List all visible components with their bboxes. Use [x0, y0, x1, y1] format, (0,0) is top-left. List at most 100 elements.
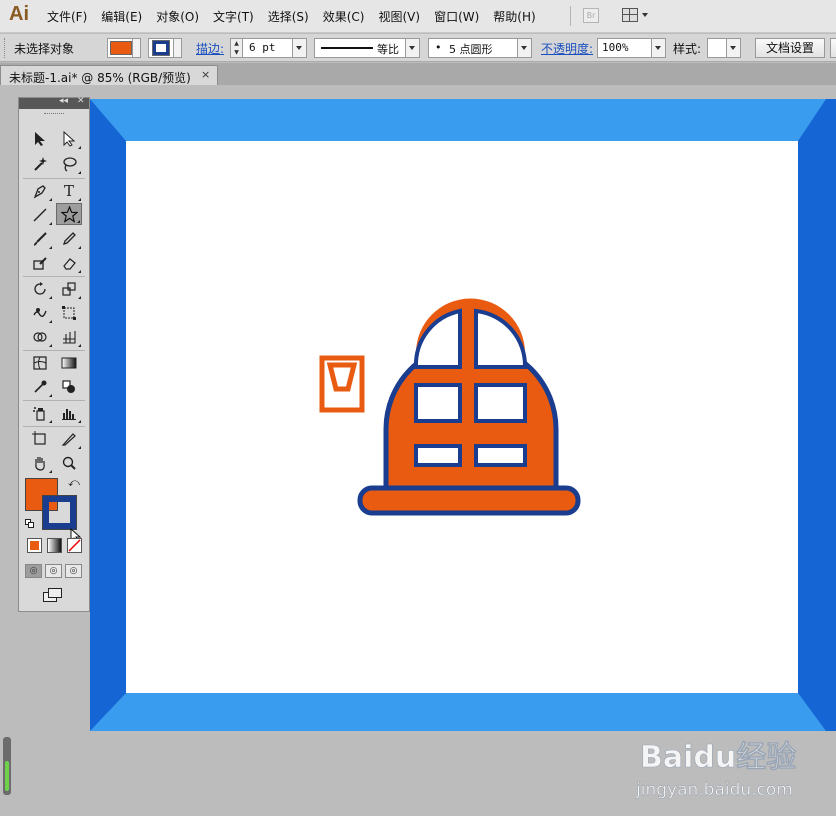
stroke-weight-value: 6 pt — [249, 41, 276, 54]
gradient-tool-icon[interactable] — [56, 352, 82, 374]
workspace-switcher[interactable] — [622, 8, 650, 23]
perspective-grid-tool-icon[interactable] — [56, 326, 82, 348]
document-setup-button[interactable]: 文档设置 — [755, 38, 825, 58]
chevron-down-icon — [405, 39, 419, 57]
chevron-down-icon — [517, 39, 531, 57]
chevron-down-icon — [642, 13, 648, 17]
grip-handle[interactable] — [4, 38, 7, 58]
color-mode-button[interactable] — [27, 538, 42, 553]
chevron-down-icon[interactable] — [651, 39, 665, 57]
stroke-color-picker[interactable] — [148, 38, 182, 58]
blend-tool-icon[interactable] — [56, 376, 82, 398]
menu-object[interactable]: 对象(O) — [149, 8, 206, 25]
default-colors-icon[interactable] — [25, 519, 34, 528]
divider — [23, 400, 85, 401]
menu-view[interactable]: 视图(V) — [371, 8, 427, 25]
style-label: 样式: — [673, 42, 702, 56]
menu-file[interactable]: 文件(F) — [40, 8, 94, 25]
fill-color-picker[interactable] — [107, 38, 141, 58]
stroke-color-box[interactable] — [42, 495, 77, 530]
eraser-tool-icon[interactable] — [56, 252, 82, 274]
eyedropper-tool-icon[interactable] — [27, 376, 53, 398]
close-icon[interactable]: × — [201, 68, 210, 81]
document-tab-bar: 未标题-1.ai* @ 85% (RGB/预览) × — [0, 63, 836, 85]
menu-separator — [570, 6, 571, 26]
artboard-tool-icon[interactable] — [27, 428, 53, 450]
preferences-button[interactable] — [830, 38, 836, 58]
type-tool-icon[interactable]: T — [56, 180, 82, 202]
collapse-icon[interactable]: ◂◂ — [59, 96, 68, 106]
free-transform-tool-icon[interactable] — [56, 302, 82, 324]
stroke-weight-field[interactable]: ▲ ▼ 6 pt — [230, 38, 307, 58]
baidu-watermark: Baidu经验 jingyan.baidu.com — [635, 740, 797, 801]
fill-swatch — [110, 41, 132, 55]
stroke-swatch — [152, 40, 170, 56]
tools-panel-header[interactable]: ◂◂ ✕ — [19, 96, 89, 109]
star-tool-icon[interactable] — [56, 203, 82, 225]
pencil-tool-icon[interactable] — [56, 228, 82, 250]
menu-edit[interactable]: 编辑(E) — [94, 8, 149, 25]
brush-definition[interactable]: • 5 点圆形 — [428, 38, 532, 58]
brush-label: 5 点圆形 — [449, 43, 493, 56]
graphic-style-picker[interactable] — [707, 38, 741, 58]
dot-icon: • — [435, 41, 442, 54]
shape-builder-tool-icon[interactable] — [27, 326, 53, 348]
opacity-field[interactable]: 100% — [597, 38, 666, 58]
divider — [23, 178, 85, 179]
magic-wand-tool-icon[interactable] — [27, 153, 53, 175]
grip-handle[interactable] — [44, 113, 64, 116]
variable-width-profile[interactable]: 等比 — [314, 38, 420, 58]
paintbrush-tool-icon[interactable] — [27, 228, 53, 250]
menu-type[interactable]: 文字(T) — [206, 8, 261, 25]
document-tab-title: 未标题-1.ai* @ 85% (RGB/预览) — [9, 71, 191, 85]
divider — [23, 350, 85, 351]
frame-top-bevel — [90, 99, 826, 141]
close-icon[interactable]: ✕ — [77, 96, 85, 106]
control-bar: 未选择对象 描边: ▲ ▼ 6 pt 等比 • 5 点圆形 不透明度: 100% … — [0, 34, 836, 62]
workspace-icon — [622, 8, 638, 22]
opacity-value: 100% — [602, 41, 629, 54]
menu-bar: Ai 文件(F) 编辑(E) 对象(O) 文字(T) 选择(S) 效果(C) 视… — [0, 0, 836, 33]
artboard-frame[interactable] — [90, 99, 836, 731]
menu-help[interactable]: 帮助(H) — [486, 8, 542, 25]
blob-brush-tool-icon[interactable] — [27, 252, 53, 274]
chevron-down-icon — [173, 39, 181, 57]
draw-inside-button[interactable]: ◎ — [65, 564, 82, 578]
pen-tool-icon[interactable] — [27, 180, 53, 202]
lasso-tool-icon[interactable] — [56, 153, 82, 175]
divider — [23, 276, 85, 277]
scroll-indicator[interactable] — [3, 737, 11, 795]
opacity-label[interactable]: 不透明度: — [541, 40, 593, 57]
screen-mode-icon[interactable] — [43, 588, 63, 604]
symbol-sprayer-tool-icon[interactable] — [27, 402, 53, 424]
chevron-down-icon — [726, 39, 740, 57]
direct-selection-tool-icon[interactable] — [56, 128, 82, 150]
zoom-tool-icon[interactable] — [56, 452, 82, 474]
bridge-button[interactable]: Br — [583, 8, 599, 23]
scale-tool-icon[interactable] — [56, 278, 82, 300]
stepper-arrows-icon[interactable]: ▲ ▼ — [231, 39, 243, 57]
divider — [23, 426, 85, 427]
gradient-mode-button[interactable] — [47, 538, 62, 553]
chevron-down-icon[interactable] — [292, 39, 306, 57]
line-segment-tool-icon[interactable] — [27, 204, 53, 226]
draw-normal-button[interactable]: ◎ — [25, 564, 42, 578]
stroke-label[interactable]: 描边: — [196, 40, 224, 57]
document-tab[interactable]: 未标题-1.ai* @ 85% (RGB/预览) × — [0, 65, 218, 85]
none-mode-button[interactable] — [67, 538, 82, 553]
menu-select[interactable]: 选择(S) — [261, 8, 316, 25]
swap-colors-icon[interactable]: ⤺ — [68, 476, 80, 490]
warp-tool-icon[interactable] — [27, 302, 53, 324]
rotate-tool-icon[interactable] — [27, 278, 53, 300]
draw-behind-button[interactable]: ◎ — [45, 564, 62, 578]
column-graph-tool-icon[interactable] — [56, 402, 82, 424]
mesh-tool-icon[interactable] — [27, 352, 53, 374]
selection-tool-icon[interactable] — [27, 128, 53, 150]
hand-tool-icon[interactable] — [27, 452, 53, 474]
slice-tool-icon[interactable] — [56, 428, 82, 450]
chevron-down-icon — [132, 39, 140, 57]
watermark-brand: Baidu经验 — [640, 740, 796, 775]
menu-window[interactable]: 窗口(W) — [427, 8, 486, 25]
menu-effect[interactable]: 效果(C) — [316, 8, 372, 25]
tools-panel: ◂◂ ✕ T ⤺ ◎ ◎ ◎ — [18, 96, 90, 612]
